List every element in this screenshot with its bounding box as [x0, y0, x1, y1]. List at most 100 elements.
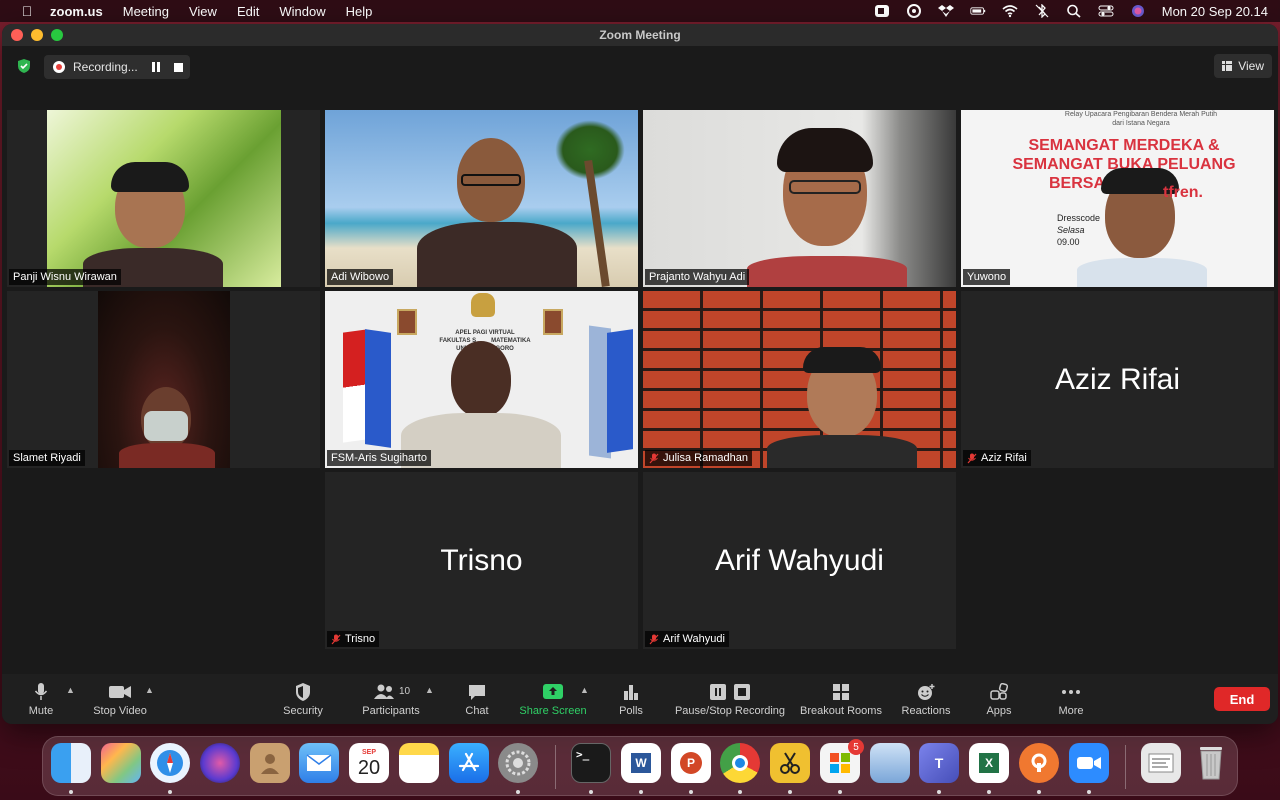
powerpoint-icon[interactable]: P — [671, 743, 711, 783]
microsoft-store-icon[interactable]: 5 — [820, 739, 864, 783]
notes-icon[interactable] — [399, 743, 439, 783]
security-button[interactable]: Security — [280, 674, 326, 724]
control-center-icon[interactable] — [1098, 4, 1114, 18]
video-tile-adi[interactable]: Adi Wibowo — [325, 110, 638, 287]
mail-icon[interactable] — [299, 743, 339, 783]
terminal-icon[interactable]: >_ — [571, 743, 611, 783]
share-screen-button[interactable]: Share Screen — [518, 674, 588, 724]
teams-icon[interactable]: T — [919, 743, 959, 783]
video-tile-yuwono[interactable]: Relay Upacara Pengibaran Bendera Merah P… — [961, 110, 1274, 287]
menu-meeting[interactable]: Meeting — [123, 4, 169, 19]
word-icon[interactable]: W — [621, 743, 661, 783]
screenshot-tool-icon[interactable] — [770, 743, 810, 783]
preview-icon[interactable] — [870, 743, 910, 783]
finder-icon[interactable] — [51, 743, 91, 783]
video-tile-aris[interactable]: APEL PAGI VIRTUAL FAKULTAS S MATEMATIKA … — [325, 291, 638, 468]
app-store-icon[interactable] — [449, 743, 489, 783]
recording-indicator: Recording... — [44, 55, 190, 79]
encryption-shield-icon[interactable] — [16, 58, 32, 74]
glasses — [789, 180, 861, 194]
title-bar: Zoom Meeting — [2, 24, 1278, 46]
participants-options-chevron-icon[interactable]: ▲ — [425, 685, 434, 695]
glasses — [461, 174, 521, 186]
face-mask — [144, 411, 188, 441]
polls-button[interactable]: Polls — [616, 674, 646, 724]
participant-name-label: Aziz Rifai — [963, 450, 1031, 466]
documents-stack-icon[interactable] — [1141, 743, 1181, 783]
participant-hair — [777, 128, 873, 172]
podcast-icon[interactable] — [906, 4, 922, 18]
minimize-window-button[interactable] — [31, 29, 43, 41]
audio-options-chevron-icon[interactable]: ▲ — [66, 685, 75, 695]
participant-face — [451, 341, 511, 417]
close-window-button[interactable] — [11, 29, 23, 41]
menu-edit[interactable]: Edit — [237, 4, 259, 19]
safari-icon[interactable] — [150, 743, 190, 783]
share-options-chevron-icon[interactable]: ▲ — [580, 685, 589, 695]
system-preferences-icon[interactable] — [498, 743, 538, 783]
muted-mic-icon — [649, 634, 659, 644]
battery-icon[interactable] — [970, 4, 986, 18]
video-tile-trisno[interactable]: Trisno Trisno — [325, 472, 638, 649]
menu-help[interactable]: Help — [346, 4, 373, 19]
blue-flag-left — [365, 329, 391, 448]
trash-icon[interactable] — [1191, 743, 1231, 783]
pause-icon — [710, 683, 726, 700]
chat-button[interactable]: Chat — [463, 674, 491, 724]
running-indicator — [639, 790, 643, 794]
apps-button[interactable]: Apps — [984, 674, 1014, 724]
zoom-app-icon[interactable] — [1069, 743, 1109, 783]
video-tile-aziz[interactable]: Aziz Rifai Aziz Rifai — [961, 291, 1274, 468]
video-tile-prajanto[interactable]: Prajanto Wahyu Adi — [643, 110, 956, 287]
participant-hair — [111, 162, 189, 192]
maximize-window-button[interactable] — [51, 29, 63, 41]
participants-count: 10 — [398, 686, 411, 697]
spotlight-search-icon[interactable] — [1066, 4, 1082, 18]
view-button[interactable]: View — [1214, 54, 1272, 78]
banner-detail3: 09.00 — [1057, 237, 1080, 247]
event-title-line2b: MATEMATIKA — [491, 338, 531, 344]
mute-button[interactable]: Mute — [26, 674, 56, 724]
macos-dock: SEP 20 >_ W P 5 T X — [42, 736, 1238, 796]
vpn-icon[interactable] — [1019, 743, 1059, 783]
running-indicator — [838, 790, 842, 794]
menu-view[interactable]: View — [189, 4, 217, 19]
bluetooth-off-icon[interactable] — [1034, 4, 1050, 18]
breakout-rooms-icon — [833, 683, 849, 700]
launchpad-icon[interactable] — [101, 743, 141, 783]
reactions-button[interactable]: Reactions — [900, 674, 952, 724]
app-badge-count: 5 — [848, 739, 864, 755]
polls-bar-chart-icon — [624, 684, 638, 700]
contacts-icon[interactable] — [250, 743, 290, 783]
running-indicator — [788, 790, 792, 794]
zoom-status-icon[interactable] — [874, 4, 890, 18]
apple-icon[interactable]:  — [18, 3, 36, 19]
recording-dot-icon — [53, 61, 65, 73]
video-options-chevron-icon[interactable]: ▲ — [145, 685, 154, 695]
participants-button[interactable]: 10 Participants — [358, 674, 424, 724]
pause-recording-icon[interactable] — [151, 62, 162, 72]
siri-dock-icon[interactable] — [200, 743, 240, 783]
menu-clock[interactable]: Mon 20 Sep 20.14 — [1162, 4, 1268, 19]
wifi-icon[interactable] — [1002, 4, 1018, 18]
chrome-icon[interactable] — [720, 743, 760, 783]
grid-view-icon — [1222, 61, 1233, 71]
running-indicator — [69, 790, 73, 794]
more-button[interactable]: More — [1056, 674, 1086, 724]
end-meeting-button[interactable]: End — [1214, 687, 1270, 711]
menu-window[interactable]: Window — [279, 4, 325, 19]
breakout-rooms-button[interactable]: Breakout Rooms — [798, 674, 884, 724]
menu-bar:  zoom.us Meeting View Edit Window Help … — [0, 0, 1280, 22]
video-tile-arif[interactable]: Arif Wahyudi Arif Wahyudi — [643, 472, 956, 649]
stop-recording-icon[interactable] — [173, 62, 183, 72]
calendar-icon[interactable]: SEP 20 — [349, 743, 389, 783]
menu-app-name[interactable]: zoom.us — [50, 4, 103, 19]
stop-video-button[interactable]: Stop Video — [90, 674, 150, 724]
video-tile-slamet[interactable]: Slamet Riyadi — [7, 291, 320, 468]
video-tile-panji[interactable]: Panji Wisnu Wirawan — [7, 110, 320, 287]
video-tile-julisa[interactable]: Julisa Ramadhan — [643, 291, 956, 468]
pause-stop-recording-button[interactable]: Pause/Stop Recording — [672, 674, 788, 724]
dropbox-icon[interactable] — [937, 4, 954, 18]
siri-icon[interactable] — [1130, 4, 1146, 18]
excel-icon[interactable]: X — [969, 743, 1009, 783]
